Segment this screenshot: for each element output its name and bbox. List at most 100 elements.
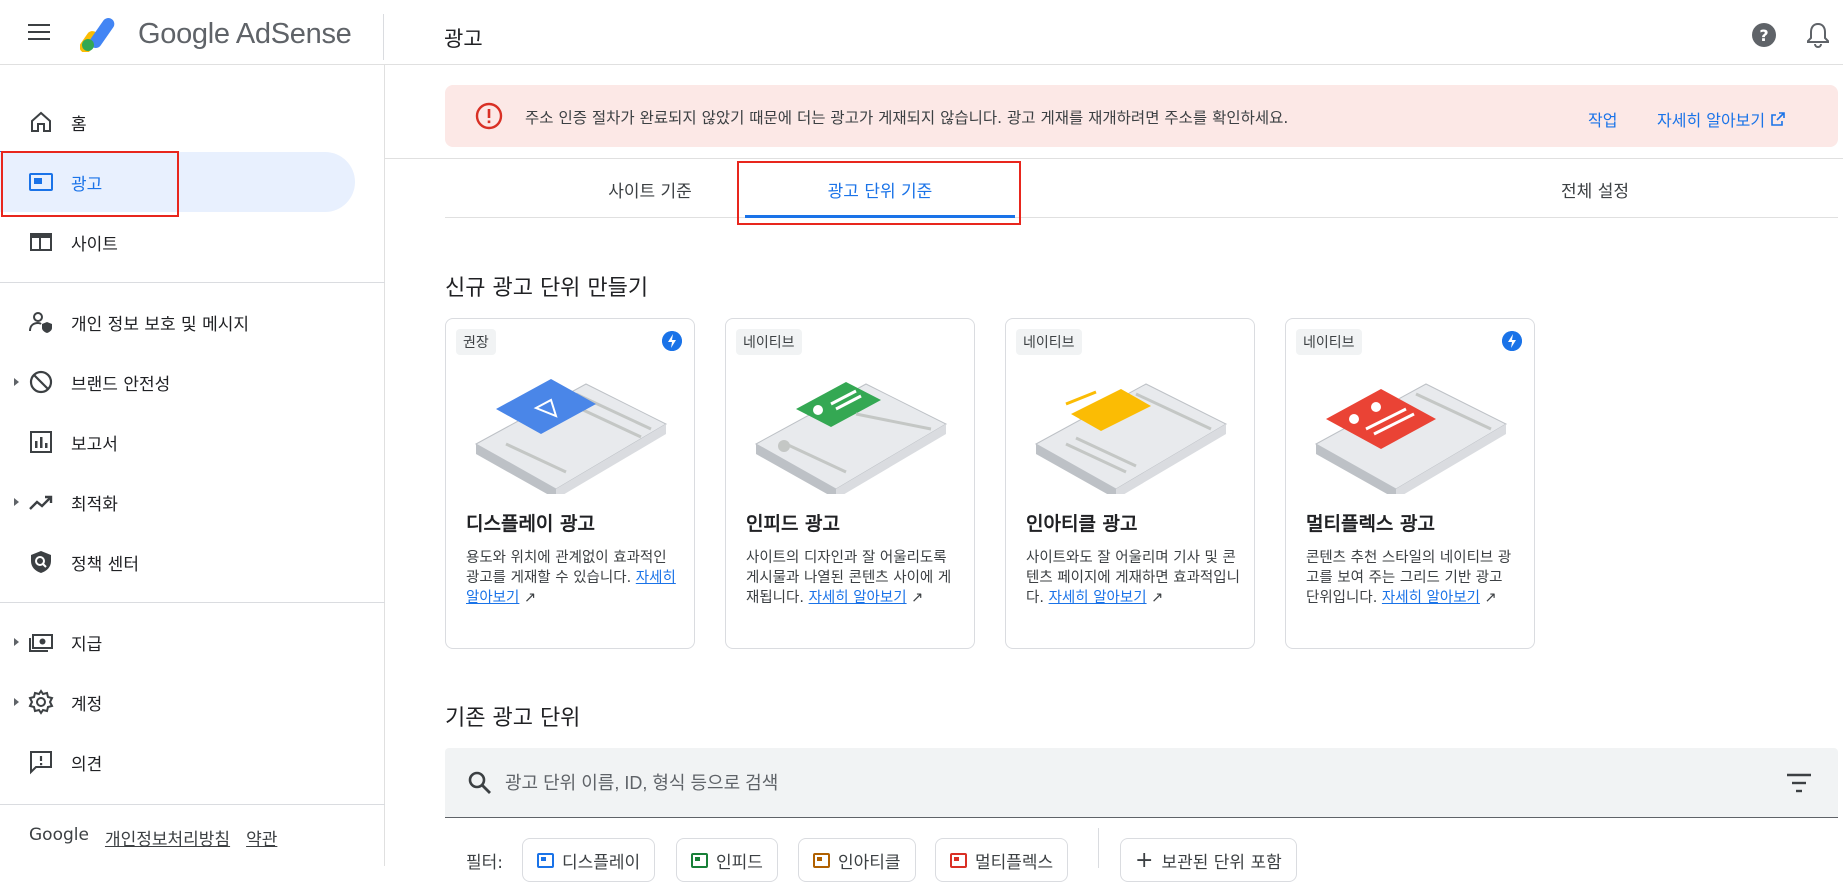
in-article-format-icon	[813, 852, 830, 868]
adsense-logo-icon	[80, 17, 115, 52]
native-badge: 네이티브	[736, 329, 802, 355]
card-description: 용도와 위치에 관계없이 효과적인 광고를 게재할 수 있습니다. 자세히 알아…	[466, 550, 676, 606]
page-title: 광고	[444, 27, 483, 51]
sidebar-item-label: 정책 센터	[71, 554, 139, 575]
card-title: 멀티플렉스 광고	[1306, 513, 1435, 535]
chip-label: 디스플레이	[562, 852, 641, 873]
bell-icon[interactable]	[1806, 22, 1830, 48]
sidebar-divider	[0, 282, 385, 283]
trending-up-icon	[29, 495, 53, 510]
sidebar-item-optimization[interactable]: 최적화	[0, 472, 355, 532]
privacy-icon	[29, 312, 52, 333]
filter-chip-display[interactable]: 디스플레이	[522, 838, 656, 882]
sidebar-item-label: 계정	[71, 694, 103, 715]
filter-list-icon[interactable]	[1786, 772, 1812, 794]
chip-label: 인아티클	[838, 852, 901, 873]
bolt-icon	[1502, 331, 1522, 351]
learn-more-link[interactable]: 자세히 알아보기	[809, 590, 907, 606]
sidebar-item-label: 의견	[71, 754, 103, 775]
search-icon	[468, 771, 491, 794]
chip-label: 인피드	[716, 852, 763, 873]
sidebar-item-payments[interactable]: 지급	[0, 612, 355, 672]
card-title: 인아티클 광고	[1026, 513, 1138, 535]
sidebar-item-label: 브랜드 안전성	[71, 374, 171, 395]
sidebar-item-policy-center[interactable]: 정책 센터	[0, 532, 355, 592]
expand-caret-icon	[14, 698, 19, 706]
alert-learn-more-link[interactable]: 자세히 알아보기	[1657, 107, 1785, 131]
policy-shield-icon	[31, 551, 51, 573]
sidebar-item-label: 홈	[71, 114, 87, 135]
expand-caret-icon	[14, 378, 19, 386]
home-icon	[31, 111, 51, 132]
tab-by-site[interactable]: 사이트 기준	[545, 160, 755, 218]
card-description: 사이트의 디자인과 잘 어울리도록 게시물과 나열된 콘텐츠 사이에 게재됩니다…	[746, 550, 952, 606]
sidebar-footer: Google 개인정보처리방침 약관	[29, 825, 277, 850]
native-badge: 네이티브	[1016, 329, 1082, 355]
sidebar-item-sites[interactable]: 사이트	[0, 212, 355, 272]
in-article-ad-card[interactable]: 네이티브 인아티클 광고 사이트와도 잘 어울리며 기사 및 콘텐츠 페이지에 …	[1005, 318, 1255, 649]
card-title: 디스플레이 광고	[466, 513, 595, 535]
display-ad-card[interactable]: 권장 디스플레이 광고 용도와 위치에 관계없이 효과적인 광고를 게재할 수 …	[445, 318, 695, 649]
highlight-box-ad-unit-tab	[737, 161, 1021, 225]
menu-icon[interactable]	[28, 24, 50, 42]
expand-caret-icon	[14, 498, 19, 506]
top-app-bar: Google AdSense 광고 ?	[0, 0, 1843, 65]
multiplex-ad-illustration	[1314, 383, 1508, 494]
sidebar-divider	[0, 804, 385, 805]
learn-more-link[interactable]: 자세히 알아보기	[1049, 590, 1147, 606]
help-circle-icon[interactable]: ?	[1751, 22, 1777, 48]
sidebar-item-brand-safety[interactable]: 브랜드 안전성	[0, 352, 355, 412]
privacy-policy-link[interactable]: 개인정보처리방침	[105, 825, 230, 850]
in-feed-ad-card[interactable]: 네이티브 인피드 광고 사이트의 디자인과 잘 어울리도록 게시물과 나열된 콘…	[725, 318, 975, 649]
in-feed-format-icon	[691, 852, 708, 868]
terms-link[interactable]: 약관	[246, 825, 277, 850]
content-divider	[385, 158, 1843, 159]
multiplex-format-icon	[950, 852, 967, 868]
learn-more-link[interactable]: 자세히 알아보기	[1382, 590, 1480, 606]
sidebar-item-privacy[interactable]: 개인 정보 보호 및 메시지	[0, 292, 355, 352]
card-title: 인피드 광고	[746, 513, 841, 535]
search-input[interactable]	[505, 763, 1705, 803]
card-description: 콘텐츠 추천 스타일의 네이티브 광고를 보여 주는 그리드 기반 광고 단위입…	[1306, 550, 1512, 606]
display-ad-illustration	[474, 379, 668, 494]
include-archived-chip[interactable]: + 보관된 단위 포함	[1120, 838, 1297, 882]
filter-chip-in-article[interactable]: 인아티클	[798, 838, 916, 882]
open-in-new-icon	[1771, 112, 1785, 126]
svg-text:?: ?	[1759, 26, 1768, 45]
sidebar-item-home[interactable]: 홈	[0, 92, 355, 152]
alert-banner: 주소 인증 절차가 완료되지 않았기 때문에 더는 광고가 게재되지 않습니다.…	[445, 85, 1838, 147]
new-ad-units-heading: 신규 광고 단위 만들기	[445, 276, 649, 301]
sidebar-item-feedback[interactable]: 의견	[0, 732, 355, 792]
alert-learn-more-label: 자세히 알아보기	[1657, 111, 1766, 130]
native-badge: 네이티브	[1296, 329, 1362, 355]
multiplex-ad-card[interactable]: 네이티브 멀티플렉스 광고 콘텐츠 추천 스타일의 네이티브 광고를 보여 주는…	[1285, 318, 1535, 649]
sidebar-item-account[interactable]: 계정	[0, 672, 355, 732]
gear-icon	[28, 689, 54, 715]
chip-label: 보관된 단위 포함	[1161, 852, 1282, 873]
error-icon	[475, 102, 503, 130]
bolt-icon	[662, 331, 682, 351]
filter-chip-multiplex[interactable]: 멀티플렉스	[935, 838, 1069, 882]
alert-action-button[interactable]: 작업	[1588, 107, 1617, 131]
chip-divider	[1098, 828, 1099, 868]
alert-message: 주소 인증 절차가 완료되지 않았기 때문에 더는 광고가 게재되지 않습니다.…	[525, 109, 1289, 127]
chip-label: 멀티플렉스	[975, 852, 1054, 873]
payments-icon	[29, 634, 53, 652]
display-format-icon	[537, 852, 554, 868]
tab-global-settings[interactable]: 전체 설정	[1495, 160, 1695, 218]
filter-chip-in-feed[interactable]: 인피드	[676, 838, 778, 882]
tab-bar: 사이트 기준 광고 단위 기준 전체 설정	[445, 160, 1838, 218]
highlight-box-sidebar-ads	[1, 151, 179, 217]
footer-brand: Google	[29, 825, 89, 845]
in-feed-ad-illustration	[754, 382, 948, 494]
sidebar-item-label: 최적화	[71, 494, 118, 515]
card-description: 사이트와도 잘 어울리며 기사 및 콘텐츠 페이지에 게재하면 효과적입니다. …	[1026, 550, 1240, 606]
sidebar-item-reports[interactable]: 보고서	[0, 412, 355, 472]
web-icon	[30, 233, 52, 251]
sidebar-item-label: 지급	[71, 634, 103, 655]
sidebar-item-label: 개인 정보 보호 및 메시지	[71, 314, 250, 335]
existing-ad-units-heading: 기존 광고 단위	[445, 706, 581, 731]
block-icon	[29, 370, 53, 394]
feedback-icon	[30, 751, 52, 775]
sidebar-item-label: 사이트	[71, 234, 118, 255]
